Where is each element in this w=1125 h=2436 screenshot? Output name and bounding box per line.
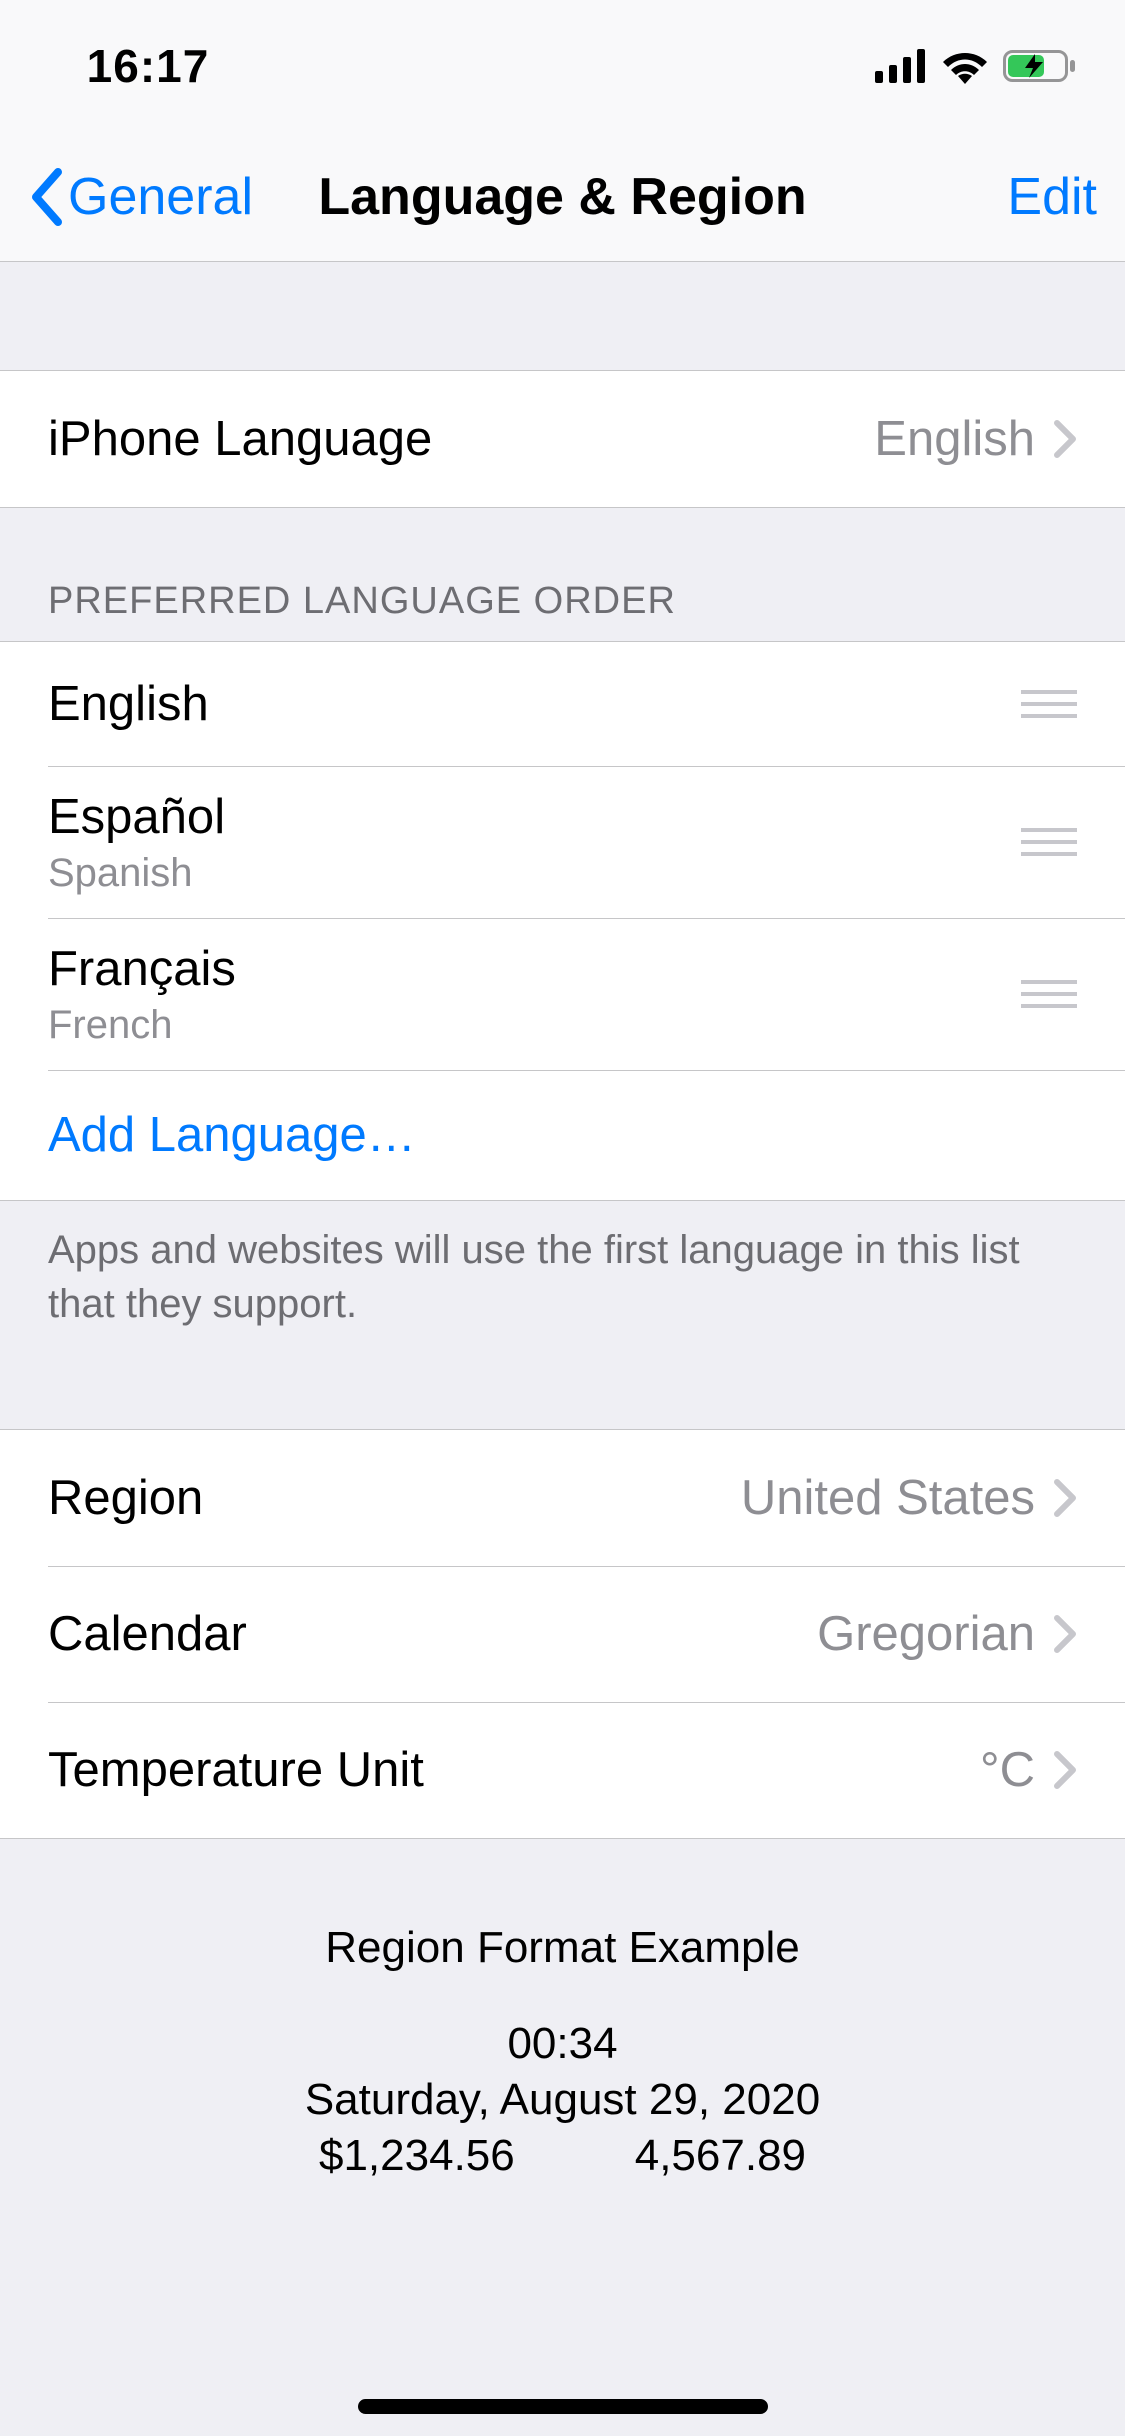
calendar-value: Gregorian <box>817 1606 1035 1662</box>
example-title: Region Format Example <box>0 1923 1125 1973</box>
battery-charging-icon <box>1003 48 1077 84</box>
temperature-label: Temperature Unit <box>48 1742 424 1798</box>
language-name: Français <box>48 941 236 997</box>
drag-handle-icon[interactable] <box>1021 980 1077 1008</box>
region-value: United States <box>741 1470 1035 1526</box>
home-indicator[interactable] <box>358 2399 768 2414</box>
region-format-example: Region Format Example 00:34 Saturday, Au… <box>0 1839 1125 2181</box>
preferred-order-header: PREFERRED LANGUAGE ORDER <box>0 508 1125 641</box>
list-item[interactable]: English <box>0 642 1125 766</box>
example-time: 00:34 <box>0 2019 1125 2069</box>
cellular-icon <box>875 49 927 83</box>
status-indicators <box>797 48 1077 84</box>
language-name: English <box>48 676 209 732</box>
preferred-order-footer: Apps and websites will use the first lan… <box>0 1201 1125 1331</box>
example-date: Saturday, August 29, 2020 <box>0 2075 1125 2125</box>
language-subtitle: Spanish <box>48 851 193 896</box>
add-language-label: Add Language… <box>48 1107 416 1163</box>
status-bar: 16:17 <box>0 0 1125 132</box>
list-item[interactable]: Español Spanish <box>0 766 1125 918</box>
drag-handle-icon[interactable] <box>1021 690 1077 718</box>
list-item[interactable]: Français French <box>0 918 1125 1070</box>
region-row[interactable]: Region United States <box>0 1430 1125 1566</box>
example-currency: $1,234.56 <box>319 2131 515 2181</box>
chevron-right-icon <box>1053 419 1077 459</box>
iphone-language-label: iPhone Language <box>48 411 432 467</box>
calendar-row[interactable]: Calendar Gregorian <box>0 1566 1125 1702</box>
preferred-language-group: English Español Spanish Français French … <box>0 641 1125 1201</box>
edit-button[interactable]: Edit <box>1007 167 1097 227</box>
wifi-icon <box>941 48 989 84</box>
example-number: 4,567.89 <box>635 2131 806 2181</box>
drag-handle-icon[interactable] <box>1021 828 1077 856</box>
iphone-language-value: English <box>874 411 1035 467</box>
language-subtitle: French <box>48 1003 173 1048</box>
add-language-row[interactable]: Add Language… <box>0 1070 1125 1200</box>
temperature-value: °C <box>980 1742 1035 1798</box>
chevron-left-icon <box>28 168 64 226</box>
back-button[interactable]: General <box>28 167 253 227</box>
region-settings-group: Region United States Calendar Gregorian … <box>0 1429 1125 1839</box>
temperature-row[interactable]: Temperature Unit °C <box>0 1702 1125 1838</box>
region-label: Region <box>48 1470 203 1526</box>
chevron-right-icon <box>1053 1614 1077 1654</box>
language-name: Español <box>48 789 225 845</box>
chevron-right-icon <box>1053 1750 1077 1790</box>
iphone-language-group: iPhone Language English <box>0 370 1125 508</box>
calendar-label: Calendar <box>48 1606 247 1662</box>
status-time: 16:17 <box>48 39 248 93</box>
chevron-right-icon <box>1053 1478 1077 1518</box>
iphone-language-row[interactable]: iPhone Language English <box>0 371 1125 507</box>
nav-bar: General Language & Region Edit <box>0 132 1125 262</box>
back-label: General <box>68 167 253 227</box>
